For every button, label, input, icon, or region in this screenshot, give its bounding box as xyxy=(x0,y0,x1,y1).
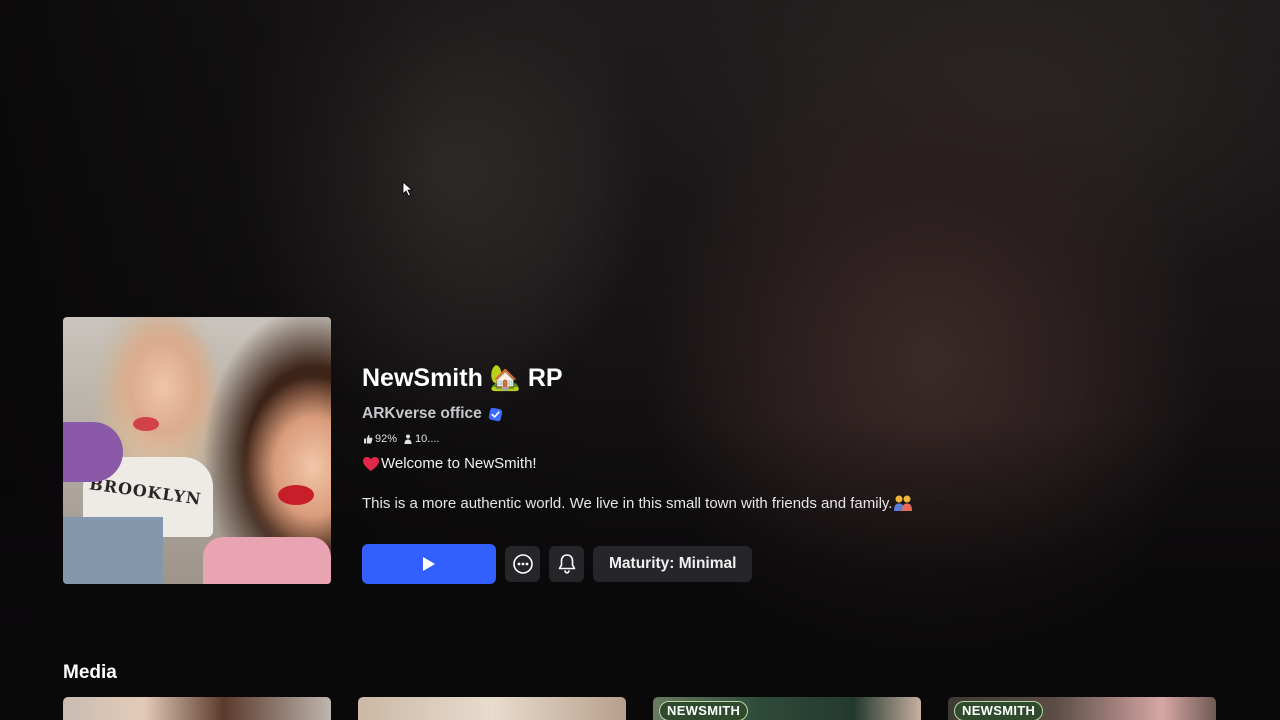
description-text: This is a more authentic world. We live … xyxy=(362,494,893,512)
media-strip: NEWSMITH NEWSMITH xyxy=(63,697,1216,720)
players-value: 10.... xyxy=(415,433,440,445)
media-item[interactable] xyxy=(358,697,626,720)
media-item[interactable]: NEWSMITH xyxy=(653,697,921,720)
thumbnail-pink-top xyxy=(203,537,331,584)
thumbnail-lips xyxy=(278,485,314,505)
play-icon xyxy=(423,557,435,571)
verified-icon xyxy=(488,407,502,421)
media-badge: NEWSMITH xyxy=(659,701,749,720)
thumbnail-lips-2 xyxy=(133,417,159,431)
notify-button[interactable] xyxy=(549,546,584,582)
stats-row: 92% 10.... xyxy=(363,433,440,445)
action-bar: Maturity: Minimal xyxy=(362,544,753,584)
more-icon xyxy=(512,554,533,574)
rating-stat: 92% xyxy=(363,433,397,445)
family-icon xyxy=(894,495,913,511)
media-item[interactable]: NEWSMITH xyxy=(948,697,1216,720)
description-row: This is a more authentic world. We live … xyxy=(362,494,913,512)
media-heading: Media xyxy=(63,662,117,683)
play-button[interactable] xyxy=(362,544,496,584)
cursor-icon xyxy=(402,181,414,197)
thumbnail-hairdryer xyxy=(63,422,123,482)
person-icon xyxy=(404,434,412,444)
maturity-badge[interactable]: Maturity: Minimal xyxy=(593,546,753,582)
rating-value: 92% xyxy=(375,433,398,445)
creator-row: ARKverse office xyxy=(362,405,503,423)
thumbnail-jeans xyxy=(63,517,163,584)
media-item[interactable] xyxy=(63,697,331,720)
game-thumbnail: BROOKLYN xyxy=(63,317,331,584)
welcome-row: Welcome to NewSmith! xyxy=(362,455,537,472)
creator-link[interactable]: ARKverse office xyxy=(362,405,482,423)
players-stat: 10.... xyxy=(403,433,440,445)
game-title: NewSmith 🏡 RP xyxy=(362,364,563,392)
media-badge: NEWSMITH xyxy=(954,701,1044,720)
welcome-text: Welcome to NewSmith! xyxy=(381,455,537,472)
heart-icon xyxy=(363,456,379,471)
thumbs-up-icon xyxy=(364,435,373,444)
more-options-button[interactable] xyxy=(505,546,540,582)
bell-icon xyxy=(558,554,575,574)
